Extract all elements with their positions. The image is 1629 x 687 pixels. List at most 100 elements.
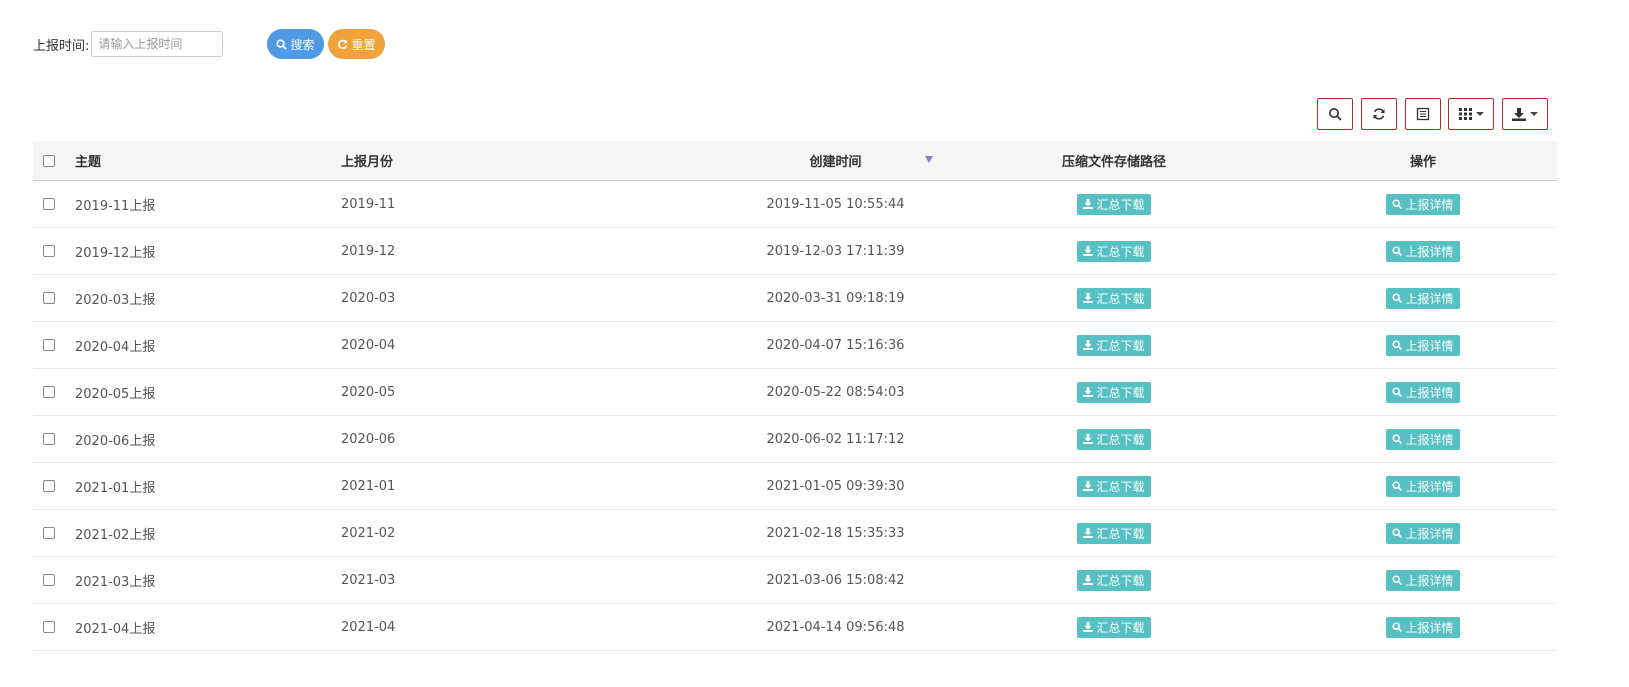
report-detail-button[interactable]: 上报详情	[1386, 287, 1460, 309]
reset-button[interactable]: 重置	[328, 29, 385, 59]
row-checkbox-cell	[43, 416, 55, 462]
search-icon	[1329, 108, 1342, 121]
row-operation-cell: 上报详情	[1333, 463, 1513, 509]
row-created-time: 2021-03-06 15:08:42	[766, 572, 905, 588]
row-month: 2019-12	[341, 243, 396, 259]
row-checkbox[interactable]	[43, 245, 55, 257]
search-icon	[1392, 199, 1403, 209]
toolbar-search-button[interactable]	[1317, 98, 1353, 130]
report-detail-button[interactable]: 上报详情	[1386, 334, 1460, 356]
row-topic: 2020-04上报	[75, 339, 156, 355]
summary-download-button[interactable]: 汇总下载	[1077, 569, 1151, 591]
table-row: 2019-11上报 2019-11 2019-11-05 10:55:44 汇总…	[33, 181, 1557, 228]
table-row: 2021-01上报 2021-01 2021-01-05 09:39:30 汇总…	[33, 463, 1557, 510]
report-detail-button[interactable]: 上报详情	[1386, 522, 1460, 544]
row-checkbox-cell	[43, 557, 55, 603]
summary-download-button[interactable]: 汇总下载	[1077, 287, 1151, 309]
download-icon	[1083, 622, 1094, 632]
header-topic[interactable]: 主题	[75, 141, 101, 180]
report-detail-button[interactable]: 上报详情	[1386, 381, 1460, 403]
row-operation-cell: 上报详情	[1333, 557, 1513, 603]
row-checkbox[interactable]	[43, 621, 55, 633]
summary-download-button[interactable]: 汇总下载	[1077, 381, 1151, 403]
row-created-time: 2021-02-18 15:35:33	[766, 525, 905, 541]
report-detail-label: 上报详情	[1405, 573, 1454, 588]
export-download-icon	[1512, 107, 1526, 121]
report-detail-button[interactable]: 上报详情	[1386, 475, 1460, 497]
row-month: 2020-04	[341, 337, 396, 353]
row-operation-cell: 上报详情	[1333, 228, 1513, 274]
summary-download-label: 汇总下载	[1096, 620, 1145, 635]
row-checkbox[interactable]	[43, 433, 55, 445]
row-topic: 2020-05上报	[75, 386, 156, 402]
download-icon	[1083, 575, 1094, 585]
summary-download-button[interactable]: 汇总下载	[1077, 522, 1151, 544]
report-detail-button[interactable]: 上报详情	[1386, 428, 1460, 450]
report-detail-label: 上报详情	[1405, 620, 1454, 635]
row-topic: 2019-11上报	[75, 198, 156, 214]
toolbar-toggle-view-button[interactable]	[1405, 98, 1441, 130]
report-time-input[interactable]	[91, 31, 224, 57]
row-checkbox[interactable]	[43, 574, 55, 586]
report-detail-label: 上报详情	[1405, 526, 1454, 541]
summary-download-button[interactable]: 汇总下载	[1077, 616, 1151, 638]
row-month: 2021-02	[341, 525, 396, 541]
columns-grid-icon	[1458, 108, 1472, 120]
row-topic: 2021-03上报	[75, 574, 156, 590]
search-button-label: 搜索	[290, 37, 315, 52]
summary-download-button[interactable]: 汇总下载	[1077, 475, 1151, 497]
row-path-cell: 汇总下载	[1038, 557, 1190, 603]
row-operation-cell: 上报详情	[1333, 369, 1513, 415]
toolbar-columns-button[interactable]	[1448, 98, 1494, 130]
report-detail-label: 上报详情	[1405, 338, 1454, 353]
summary-download-label: 汇总下载	[1096, 432, 1145, 447]
report-table: 主题 上报月份 创建时间 压缩文件存储路径 操作 2019-11上报 2019-…	[33, 141, 1557, 651]
search-icon	[1392, 246, 1403, 256]
report-detail-button[interactable]: 上报详情	[1386, 616, 1460, 638]
row-checkbox-cell	[43, 181, 55, 227]
search-button[interactable]: 搜索	[267, 29, 324, 59]
search-icon	[1392, 340, 1403, 350]
summary-download-button[interactable]: 汇总下载	[1077, 428, 1151, 450]
report-detail-button[interactable]: 上报详情	[1386, 193, 1460, 215]
header-created-time[interactable]: 创建时间	[633, 141, 1038, 180]
row-checkbox[interactable]	[43, 480, 55, 492]
row-created-time: 2020-06-02 11:17:12	[766, 431, 905, 447]
row-checkbox[interactable]	[43, 198, 55, 210]
row-topic: 2021-02上报	[75, 527, 156, 543]
row-checkbox[interactable]	[43, 386, 55, 398]
search-icon	[1392, 434, 1403, 444]
report-detail-button[interactable]: 上报详情	[1386, 240, 1460, 262]
row-checkbox[interactable]	[43, 527, 55, 539]
toolbar-refresh-button[interactable]	[1361, 98, 1397, 130]
row-created-time: 2021-01-05 09:39:30	[766, 478, 905, 494]
row-checkbox-cell	[43, 510, 55, 556]
row-path-cell: 汇总下载	[1038, 369, 1190, 415]
row-checkbox-cell	[43, 463, 55, 509]
select-all-checkbox[interactable]	[43, 154, 55, 167]
row-operation-cell: 上报详情	[1333, 181, 1513, 227]
row-checkbox[interactable]	[43, 292, 55, 304]
summary-download-button[interactable]: 汇总下载	[1077, 240, 1151, 262]
summary-download-button[interactable]: 汇总下载	[1077, 334, 1151, 356]
summary-download-button[interactable]: 汇总下载	[1077, 193, 1151, 215]
row-month: 2020-05	[341, 384, 396, 400]
refresh-icon	[338, 39, 348, 49]
row-created-time: 2020-03-31 09:18:19	[766, 290, 905, 306]
row-path-cell: 汇总下载	[1038, 510, 1190, 556]
row-operation-cell: 上报详情	[1333, 604, 1513, 650]
refresh-icon	[1373, 108, 1385, 120]
row-checkbox[interactable]	[43, 339, 55, 351]
summary-download-label: 汇总下载	[1096, 244, 1145, 259]
row-created-time: 2019-12-03 17:11:39	[766, 243, 905, 259]
toolbar-export-button[interactable]	[1502, 98, 1548, 130]
row-checkbox-cell	[43, 322, 55, 368]
row-topic: 2019-12上报	[75, 245, 156, 261]
row-operation-cell: 上报详情	[1333, 416, 1513, 462]
sort-desc-icon[interactable]	[925, 156, 933, 163]
header-month[interactable]: 上报月份	[341, 141, 393, 180]
row-path-cell: 汇总下载	[1038, 322, 1190, 368]
report-detail-button[interactable]: 上报详情	[1386, 569, 1460, 591]
report-detail-label: 上报详情	[1405, 385, 1454, 400]
row-path-cell: 汇总下载	[1038, 604, 1190, 650]
